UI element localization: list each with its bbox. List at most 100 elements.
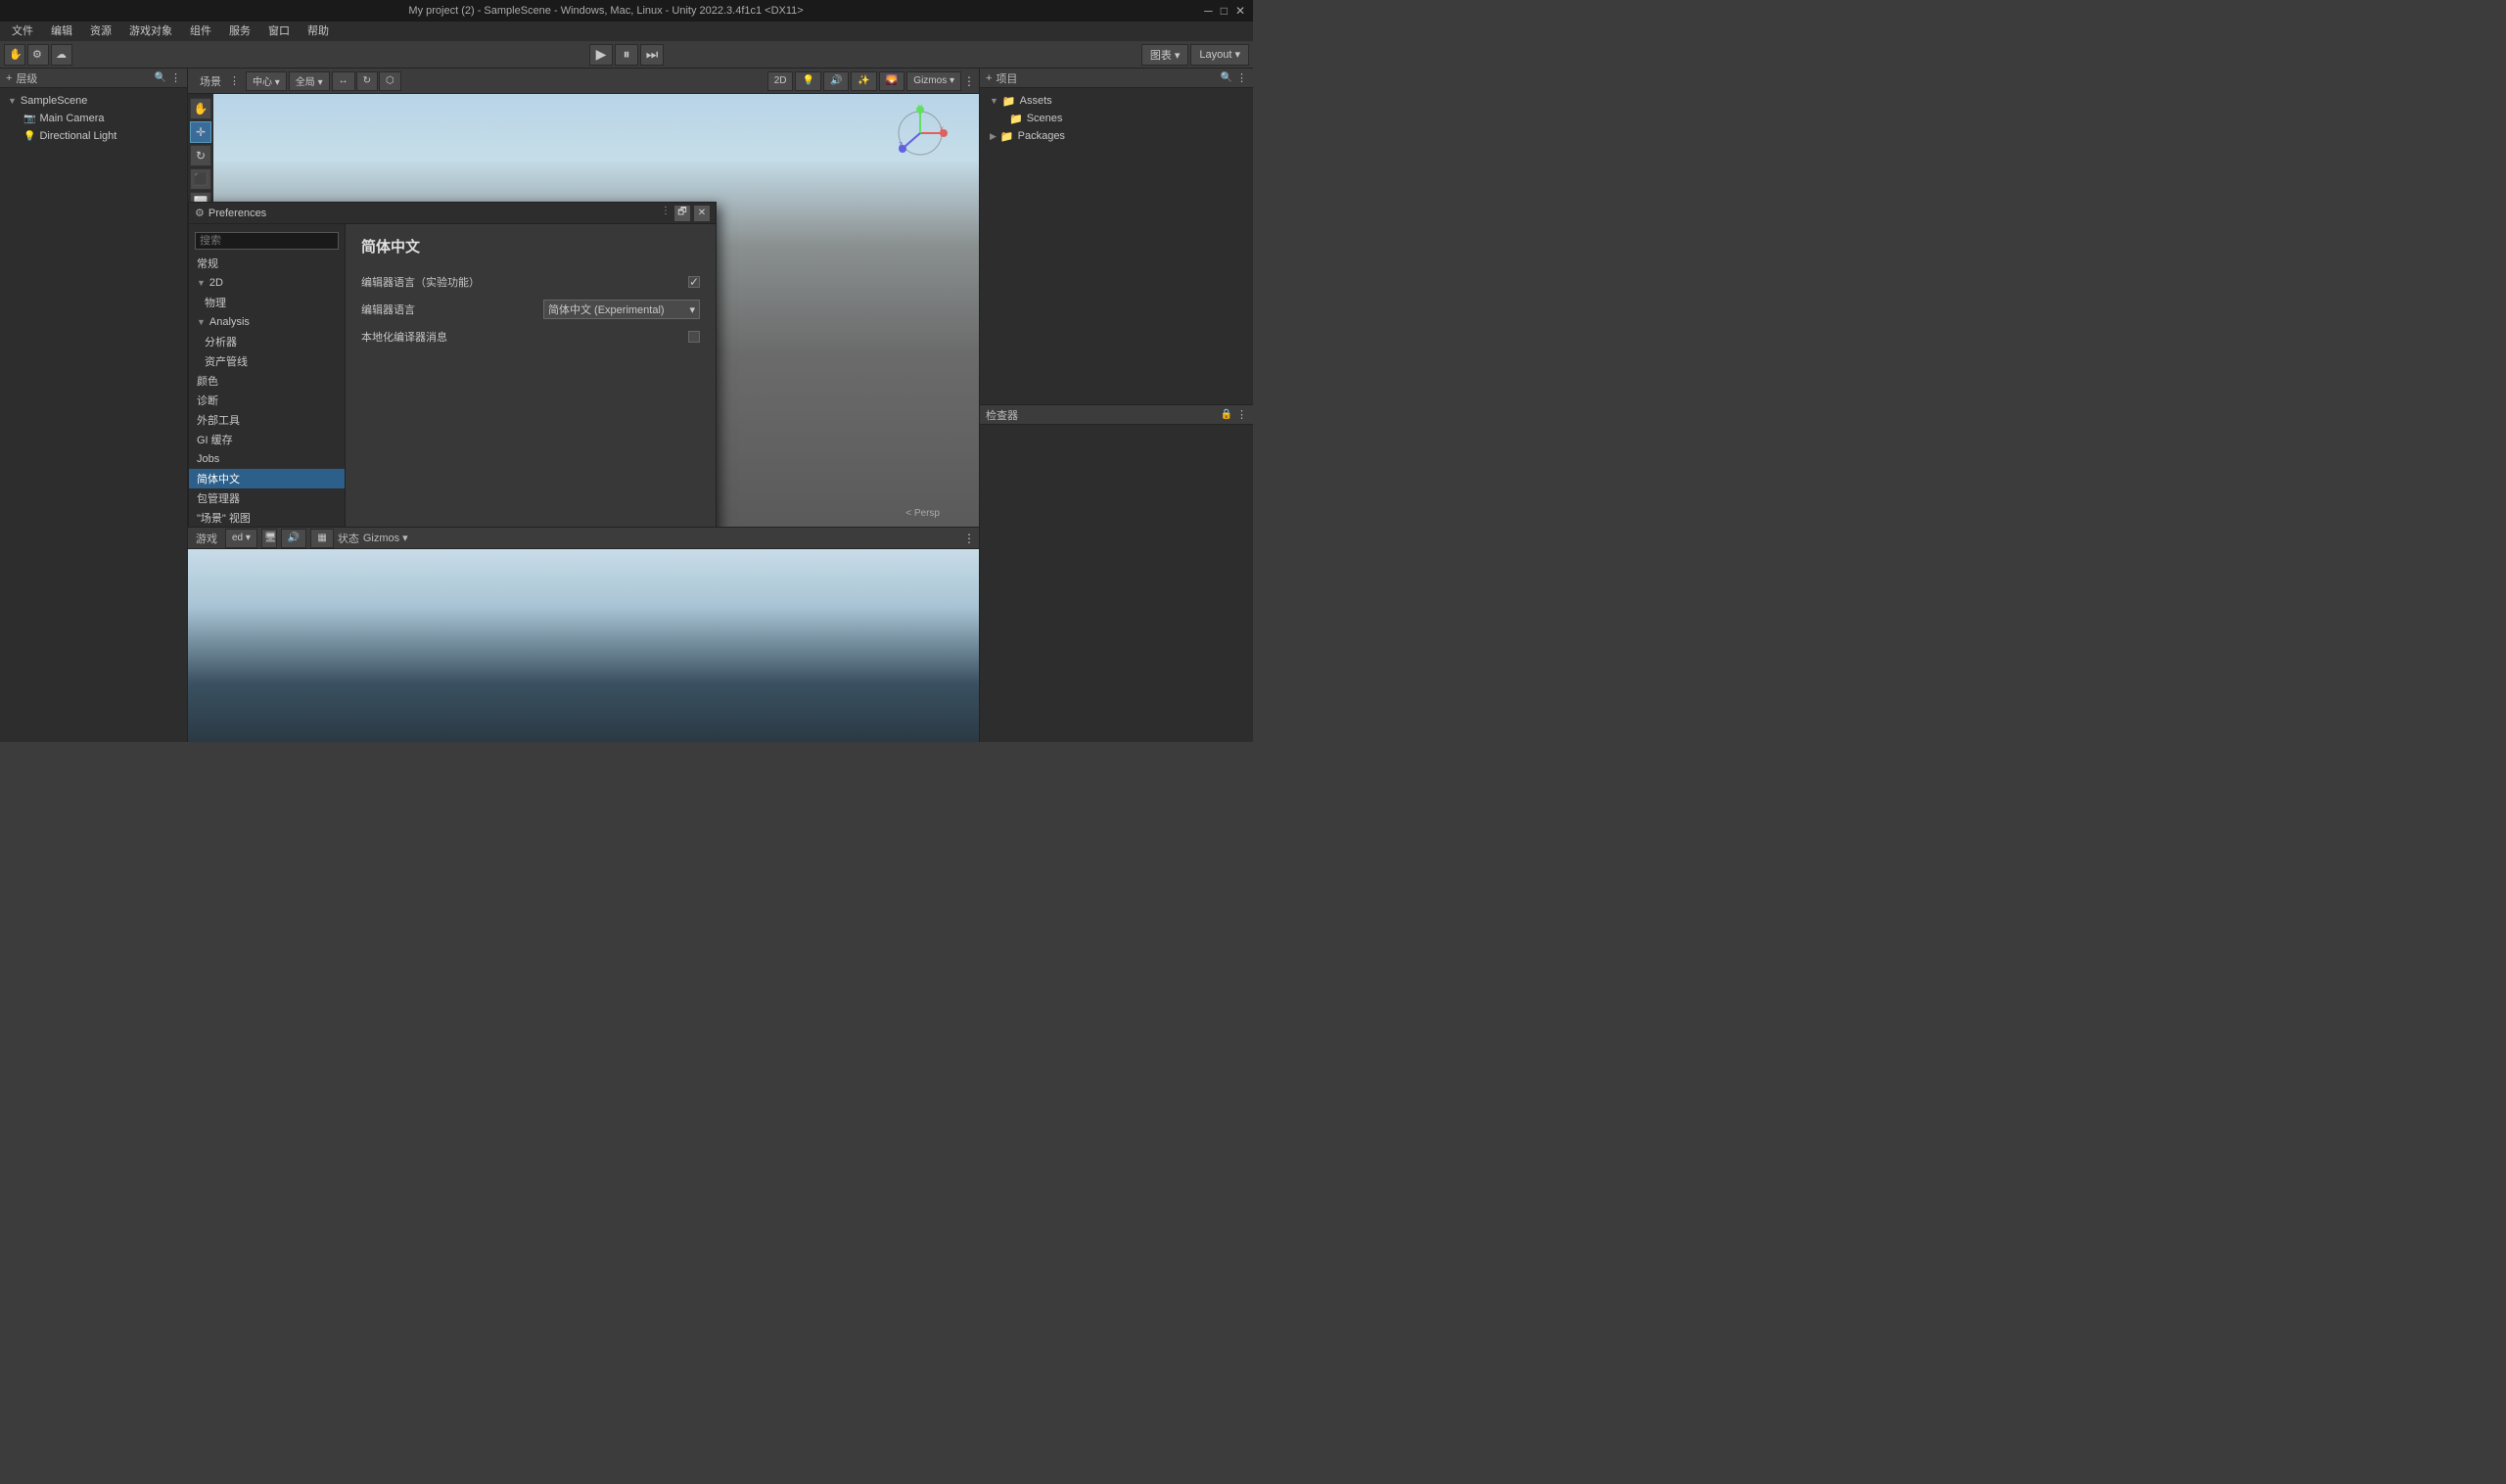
pref-nav-profiler[interactable]: 分析器 (189, 332, 345, 351)
scene-fx-btn[interactable]: ✨ (851, 71, 876, 91)
game-audio-btn[interactable]: 🔊 (281, 529, 306, 548)
pref-menu-btn[interactable]: ⋮ (661, 206, 671, 221)
hierarchy-add-icon[interactable]: + (6, 72, 12, 84)
pref-search-input[interactable] (195, 232, 339, 250)
pref-nav-externaltools[interactable]: 外部工具 (189, 410, 345, 430)
pref-nav-jobs[interactable]: Jobs (189, 449, 345, 469)
pref-dropdown-value: 简体中文 (Experimental) (548, 301, 665, 317)
game-gizmos[interactable]: Gizmos ▾ (363, 532, 408, 544)
menu-file[interactable]: 文件 (4, 22, 41, 41)
pref-dropdown-language[interactable]: 简体中文 (Experimental) ▾ (543, 300, 700, 319)
scene-2d-btn[interactable]: 2D (767, 71, 794, 91)
hierarchy-content: ▼ SampleScene 📷 Main Camera 💡 Directiona… (0, 88, 187, 742)
maximize-btn[interactable]: □ (1221, 4, 1228, 18)
expand-2d-icon: ▼ (197, 278, 206, 288)
pref-label-language: 编辑器语言 (361, 301, 543, 317)
toolbar-hand[interactable]: ✋ (4, 44, 25, 66)
scene-tool-scale[interactable]: ⬡ (379, 71, 401, 91)
menu-assets[interactable]: 资源 (82, 22, 119, 41)
toolbar-settings[interactable]: ⚙ (27, 44, 49, 66)
scene-menu2-icon[interactable]: ⋮ (963, 74, 975, 88)
svg-text:x: x (940, 124, 944, 133)
hierarchy-search-icon[interactable]: 🔍 (155, 72, 166, 83)
hierarchy-scene[interactable]: ▼ SampleScene (0, 92, 187, 110)
tool-rotate[interactable]: ↻ (190, 145, 211, 166)
close-btn[interactable]: ✕ (1235, 4, 1245, 18)
minimize-btn[interactable]: ─ (1204, 4, 1213, 18)
tool-hand[interactable]: ✋ (190, 98, 211, 119)
inspector-lock-icon[interactable]: 🔒 (1221, 409, 1232, 420)
packages-arrow: ▶ (990, 131, 997, 142)
project-packages[interactable]: ▶ 📁 Packages (986, 127, 1247, 145)
hierarchy-directional-light[interactable]: 💡 Directional Light (0, 127, 187, 145)
pref-checkbox-experimental[interactable]: ✓ (688, 276, 700, 288)
pref-nav-diagnostics[interactable]: 诊断 (189, 391, 345, 410)
pref-nav-sceneview[interactable]: "场景" 视图 (189, 508, 345, 527)
pref-titlebar[interactable]: ⚙ Preferences ⋮ 🗗 ✕ (189, 203, 716, 224)
pref-nav-colors[interactable]: 颜色 (189, 371, 345, 391)
game-stats-btn[interactable]: ▦ (310, 529, 333, 548)
game-toolbar: 游戏 ed ▾ 🖥 🔊 ▦ 状态 Gizmos ▾ ⋮ (188, 528, 979, 549)
toolbar-layout[interactable]: 图表 ▾ (1141, 44, 1189, 66)
menu-services[interactable]: 服务 (221, 22, 258, 41)
game-scale-btn[interactable]: 🖥 (261, 529, 277, 548)
pref-nav-packagemanager[interactable]: 包管理器 (189, 488, 345, 508)
scene-global-btn[interactable]: 全局 ▾ (289, 71, 330, 91)
step-button[interactable]: ⏭ (640, 44, 664, 66)
project-add-icon[interactable]: + (986, 72, 992, 84)
scenes-folder-icon: 📁 (1009, 113, 1023, 125)
pref-checkbox-localize[interactable] (688, 331, 700, 343)
tool-move[interactable]: ✛ (190, 121, 211, 143)
pref-nav-gicache[interactable]: GI 缓存 (189, 430, 345, 449)
menu-window[interactable]: 窗口 (260, 22, 298, 41)
project-search-icon[interactable]: 🔍 (1221, 72, 1232, 83)
pref-nav-analysis[interactable]: ▼ Analysis (189, 312, 345, 332)
pref-nav-general[interactable]: 常规 (189, 254, 345, 273)
pref-value-language: 简体中文 (Experimental) ▾ (543, 300, 700, 319)
project-menu-icon[interactable]: ⋮ (1236, 71, 1247, 84)
pref-nav-2d[interactable]: ▼ 2D (189, 273, 345, 293)
pref-close-btn[interactable]: ✕ (694, 206, 710, 221)
pref-restore-btn[interactable]: 🗗 (674, 206, 690, 221)
project-title: 项目 (996, 70, 1216, 86)
expand-analysis-icon: ▼ (197, 317, 206, 327)
scene-toolbar: 场景 ⋮ 中心 ▾ 全局 ▾ ↔ ↻ ⬡ 2D 💡 🔊 ✨ 🌄 Gizmos ▾… (188, 69, 979, 94)
scene-menu-icon[interactable]: ⋮ (229, 74, 240, 87)
scene-audio-btn[interactable]: 🔊 (823, 71, 849, 91)
inspector-menu-icon[interactable]: ⋮ (1236, 408, 1247, 421)
project-scenes[interactable]: 📁 Scenes (986, 110, 1247, 127)
svg-text:y: y (918, 104, 922, 111)
game-resolution-btn[interactable]: ed ▾ (225, 529, 257, 548)
inspector-title: 检查器 (986, 407, 1217, 423)
scene-tab-title[interactable]: 场景 (196, 73, 225, 89)
scene-light-btn[interactable]: 💡 (795, 71, 820, 91)
pref-row-language: 编辑器语言 简体中文 (Experimental) ▾ (361, 300, 700, 319)
game-menu-icon[interactable]: ⋮ (963, 532, 975, 545)
toolbar-cloud[interactable]: ☁ (51, 44, 72, 66)
tool-scale[interactable]: ⬛ (190, 168, 211, 190)
menu-help[interactable]: 帮助 (300, 22, 337, 41)
play-button[interactable]: ▶ (589, 44, 613, 66)
camera-icon: 📷 (23, 114, 35, 124)
menu-gameobject[interactable]: 游戏对象 (121, 22, 180, 41)
toolbar-layout2[interactable]: Layout ▾ (1190, 44, 1249, 66)
pref-titlebar-btns: ⋮ 🗗 ✕ (661, 206, 710, 221)
pref-nav-assetpipeline[interactable]: 资产管线 (189, 351, 345, 371)
hierarchy-menu-icon[interactable]: ⋮ (170, 71, 181, 84)
scene-sky-btn[interactable]: 🌄 (879, 71, 905, 91)
scene-view[interactable]: ✋ ✛ ↻ ⬛ ⬜ ⚙ (188, 94, 979, 527)
scene-tool-rotate[interactable]: ↻ (356, 71, 378, 91)
scene-gizmos-btn[interactable]: Gizmos ▾ (906, 71, 961, 91)
hierarchy-main-camera[interactable]: 📷 Main Camera (0, 110, 187, 127)
project-assets[interactable]: ▼ 📁 Assets (986, 92, 1247, 110)
game-tab[interactable]: 游戏 (192, 531, 221, 546)
pause-button[interactable]: ⏸ (615, 44, 638, 66)
pref-nav-simplified-chinese[interactable]: 简体中文 (189, 469, 345, 488)
scene-tool-move[interactable]: ↔ (332, 71, 355, 91)
scene-center-btn[interactable]: 中心 ▾ (246, 71, 287, 91)
menu-component[interactable]: 组件 (182, 22, 219, 41)
pref-nav-physics[interactable]: 物理 (189, 293, 345, 312)
game-status: 状态 (338, 531, 359, 546)
menu-edit[interactable]: 编辑 (43, 22, 80, 41)
scenes-label: Scenes (1027, 113, 1063, 124)
